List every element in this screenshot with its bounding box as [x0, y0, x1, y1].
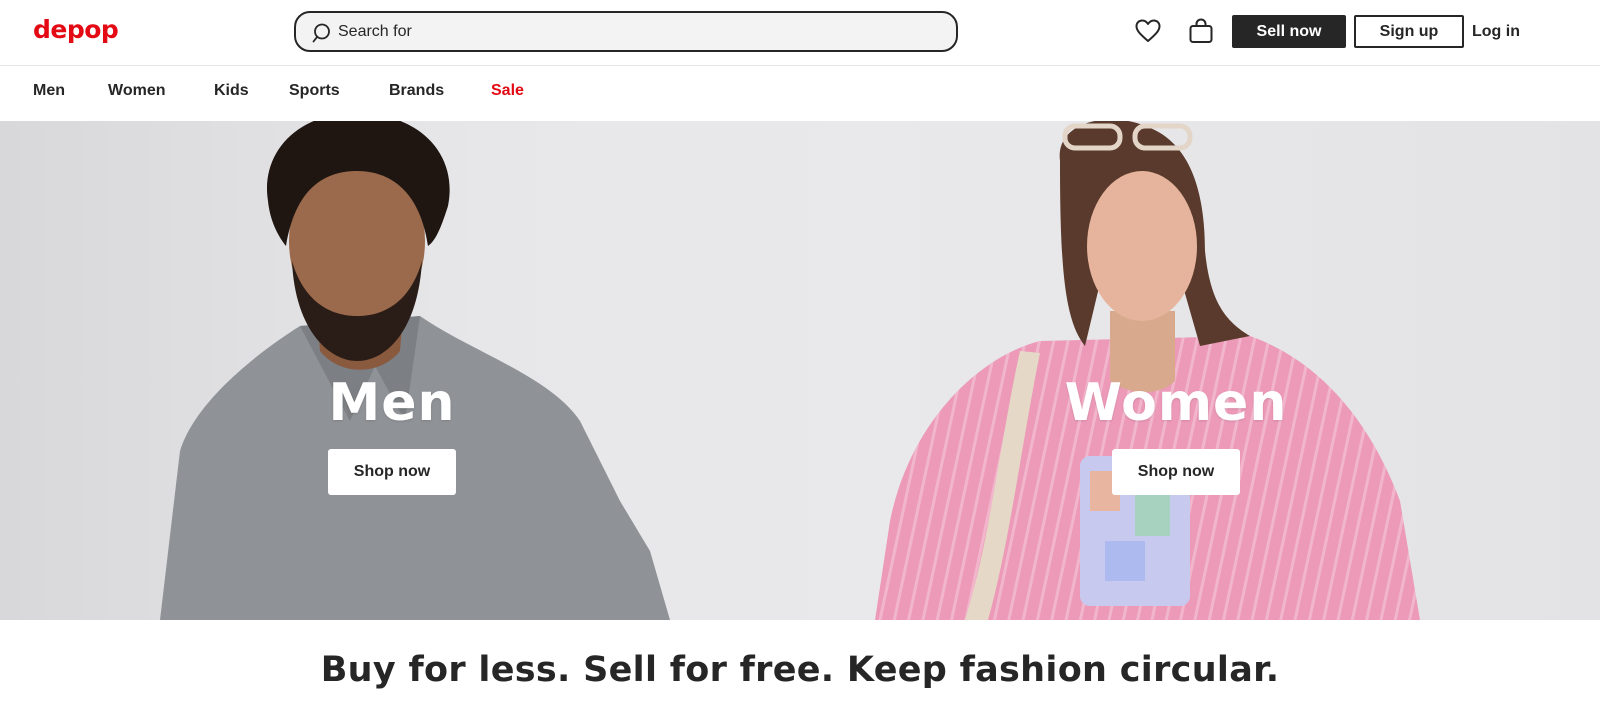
men-shop-now-button[interactable]: Shop now: [328, 449, 456, 495]
sign-up-button[interactable]: Sign up: [1354, 15, 1464, 48]
search-icon: [312, 23, 330, 43]
depop-logo[interactable]: depop: [33, 14, 119, 46]
site-header: depop Sell now Sign up Log in: [0, 0, 1600, 66]
men-hero-title: Men: [328, 373, 456, 433]
nav-item-sports[interactable]: Sports: [289, 82, 340, 100]
nav-item-brands[interactable]: Brands: [389, 82, 444, 100]
shopping-bag-icon[interactable]: [1187, 17, 1215, 45]
sell-now-button[interactable]: Sell now: [1232, 15, 1346, 48]
men-hero-image[interactable]: [150, 121, 690, 620]
heart-icon[interactable]: [1134, 17, 1162, 45]
nav-item-women[interactable]: Women: [108, 82, 165, 100]
log-in-link[interactable]: Log in: [1472, 15, 1520, 48]
women-shop-now-button[interactable]: Shop now: [1112, 449, 1240, 495]
nav-item-sale[interactable]: Sale: [491, 82, 524, 100]
category-nav: Men Women Kids Sports Brands Sale: [0, 67, 1600, 121]
search-bar[interactable]: [294, 11, 958, 52]
hero-banner: Men Shop now Women Shop now: [0, 121, 1600, 620]
tagline-heading: Buy for less. Sell for free. Keep fashio…: [320, 650, 1280, 690]
women-hero-title: Women: [1064, 373, 1288, 433]
nav-item-men[interactable]: Men: [33, 82, 65, 100]
nav-item-kids[interactable]: Kids: [214, 82, 249, 100]
search-input[interactable]: [338, 19, 938, 45]
women-hero-image[interactable]: [870, 121, 1430, 620]
